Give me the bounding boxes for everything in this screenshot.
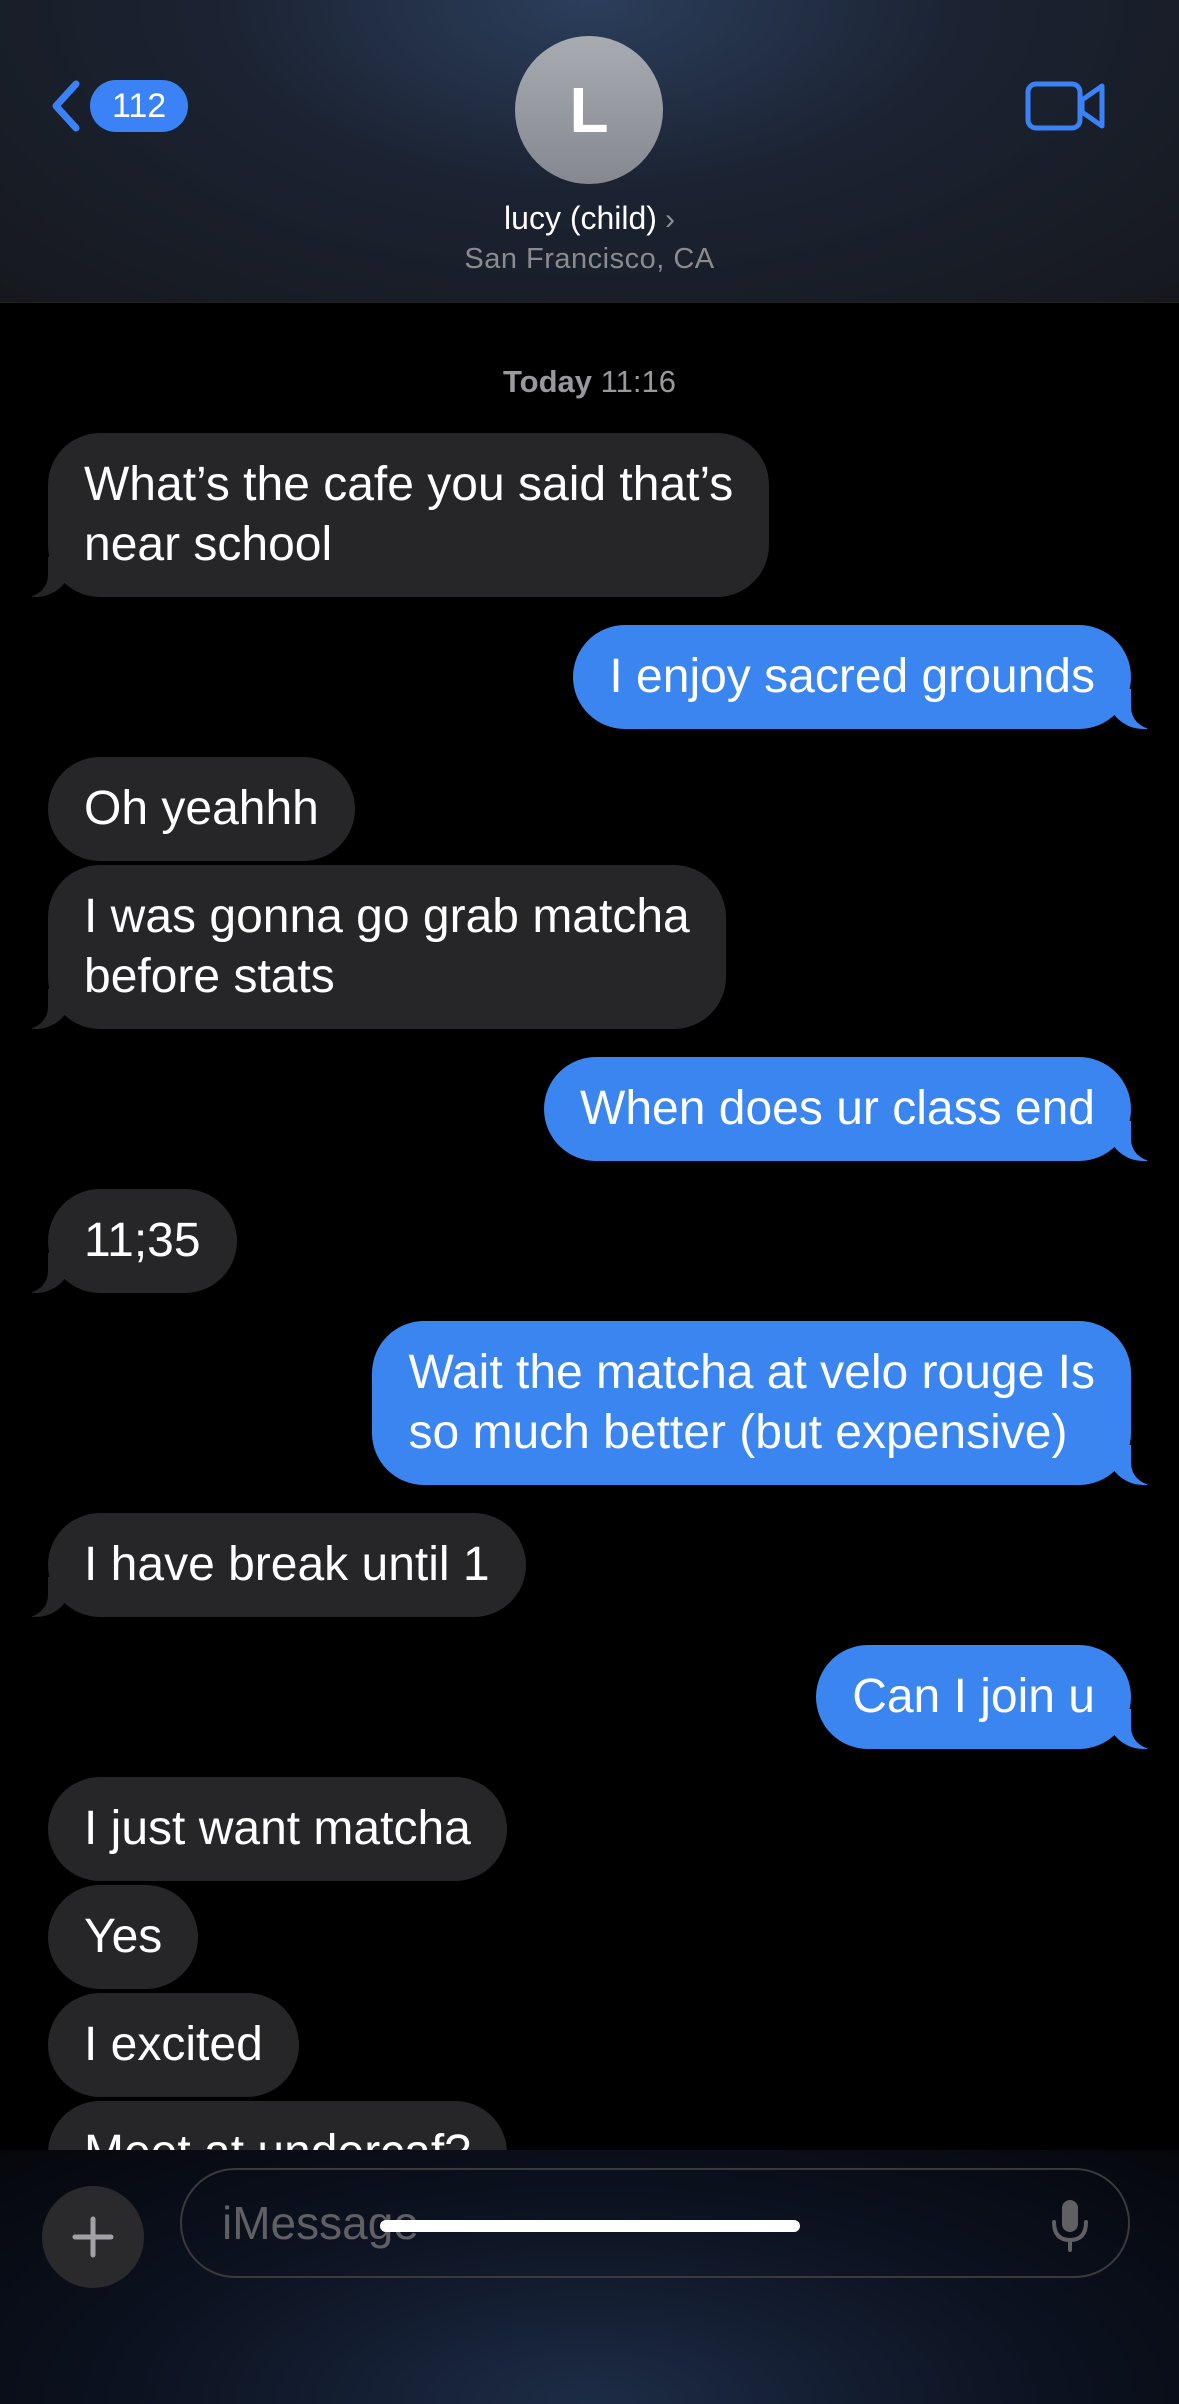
contact-location: San Francisco, CA <box>464 243 715 275</box>
message-bubble-outgoing[interactable]: Wait the matcha at velo rouge Is so much… <box>372 1321 1157 1485</box>
message-line: I have break until 1 <box>84 1538 490 1591</box>
message-line: Wait the matcha at velo rouge Is <box>408 1346 1095 1399</box>
timestamp: Today 11:16 <box>0 364 1179 400</box>
video-call-icon[interactable] <box>1024 74 1108 138</box>
microphone-icon[interactable] <box>1050 2198 1090 2252</box>
unread-count-badge: 112 <box>90 80 189 132</box>
message-bubble-incoming[interactable]: Yes <box>48 1885 199 1989</box>
message-bubble-outgoing[interactable]: Can I join u <box>816 1645 1157 1749</box>
message-bubble-incoming[interactable]: Meet at undercaf? <box>48 2101 507 2150</box>
message-bubble-incoming[interactable]: Oh yeahhh <box>48 757 355 861</box>
message-line: I was gonna go grab matcha <box>84 890 690 943</box>
message-line: Can I join u <box>852 1670 1095 1723</box>
home-indicator[interactable] <box>380 2220 800 2232</box>
avatar[interactable]: L <box>515 36 663 184</box>
back-button[interactable]: 112 <box>48 76 189 136</box>
message-line: What’s the cafe you said that’s <box>84 458 734 511</box>
compose-bar: iMessage <box>0 2150 1179 2404</box>
message-line: I just want matcha <box>84 1802 471 1855</box>
message-bubble-outgoing[interactable]: I enjoy sacred grounds <box>573 625 1157 729</box>
add-attachment-button[interactable] <box>42 2186 144 2288</box>
message-bubble-outgoing[interactable]: When does ur class end <box>544 1057 1157 1161</box>
contact-name-row[interactable]: lucy (child) › <box>0 200 1179 237</box>
message-line: I enjoy sacred grounds <box>609 650 1095 703</box>
message-bubble-incoming[interactable]: I have break until 1 <box>22 1513 526 1617</box>
conversation-header: 112 L lucy (child) › San Francisco, CA <box>0 0 1179 303</box>
message-line: near school <box>84 518 333 571</box>
message-line: Oh yeahhh <box>84 782 319 835</box>
message-thread[interactable]: Today 11:16 What’s the cafe you said tha… <box>0 0 1179 2150</box>
plus-icon <box>72 2216 114 2258</box>
message-bubble-incoming[interactable]: What’s the cafe you said that’s near sch… <box>21 433 770 597</box>
message-line: Meet at undercaf? <box>84 2123 471 2150</box>
chevron-right-icon: › <box>664 203 675 236</box>
message-line: When does ur class end <box>580 1082 1095 1135</box>
message-line: I excited <box>84 2018 263 2071</box>
timestamp-day: Today <box>503 364 593 399</box>
message-line: before stats <box>84 950 335 1003</box>
message-bubble-incoming[interactable]: 11;35 <box>22 1189 237 1293</box>
timestamp-time: 11:16 <box>600 364 676 399</box>
message-line: so much better (but expensive) <box>408 1406 1068 1459</box>
message-bubble-incoming[interactable]: I just want matcha <box>48 1777 507 1881</box>
message-bubble-incoming[interactable]: I was gonna go grab matcha before stats <box>22 865 726 1029</box>
message-line: Yes <box>84 1910 163 1963</box>
contact-name: lucy (child) <box>504 200 657 236</box>
chevron-left-icon <box>52 80 80 132</box>
message-line: 11;35 <box>84 1214 201 1267</box>
message-bubble-incoming[interactable]: I excited <box>48 1993 299 2097</box>
